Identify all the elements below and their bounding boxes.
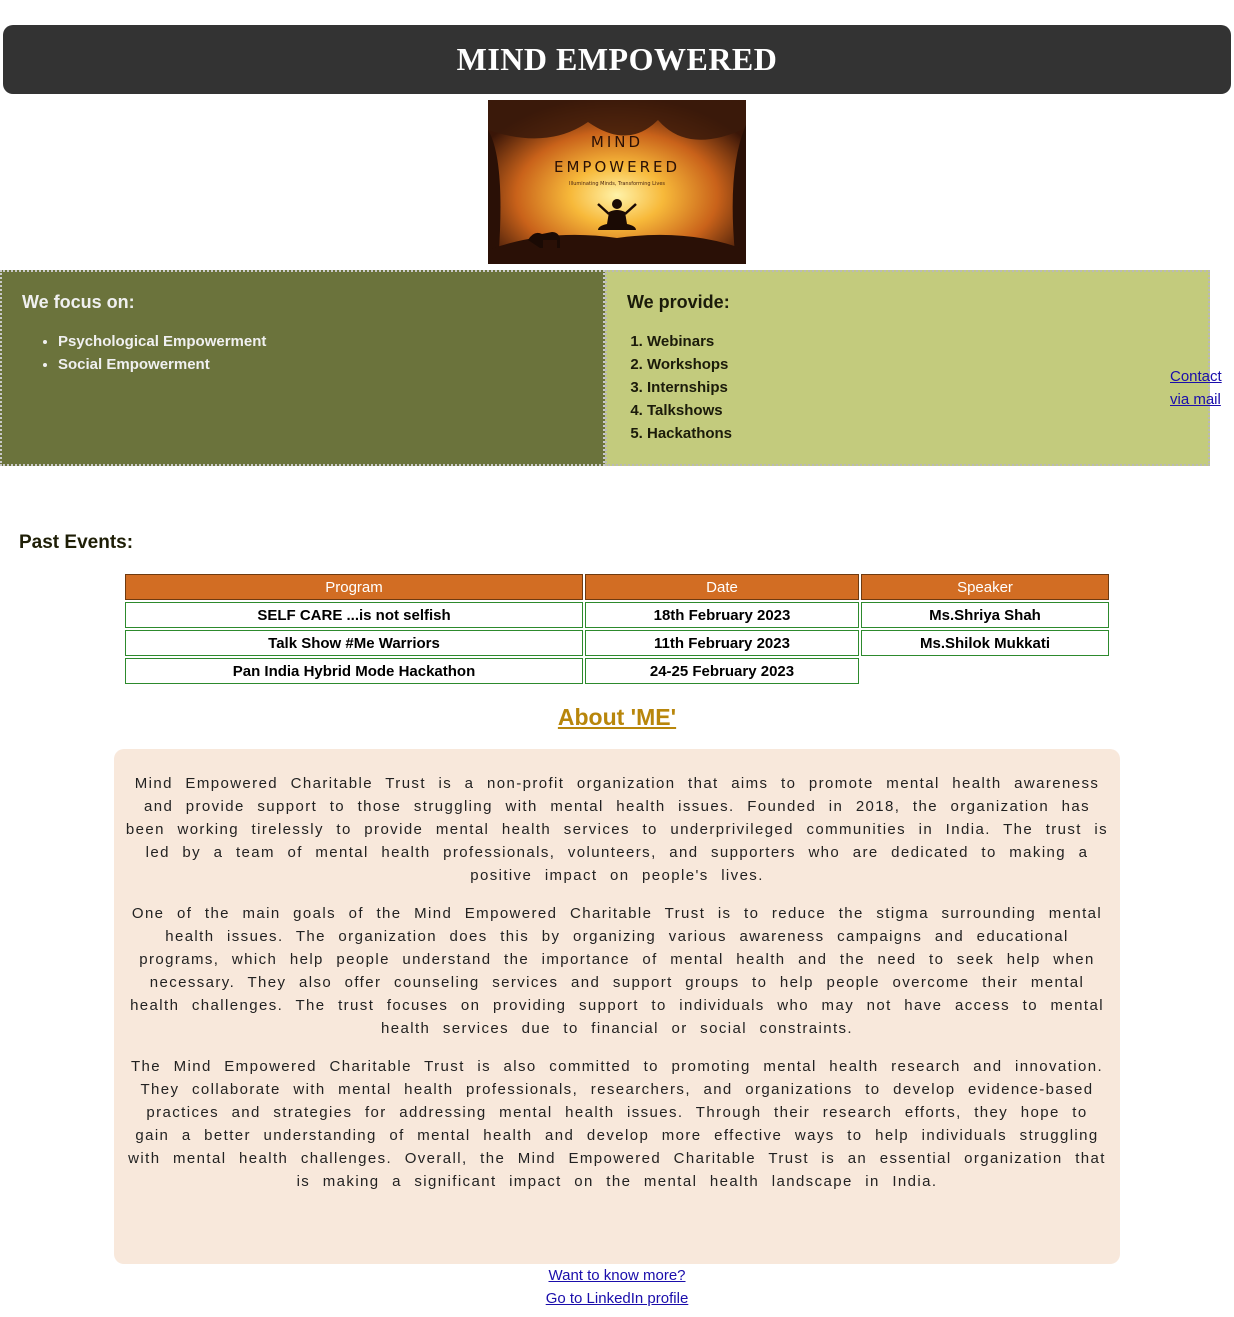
focus-item: Psychological Empowerment bbox=[58, 330, 266, 353]
cell-date: 18th February 2023 bbox=[585, 602, 859, 628]
about-paragraph: One of the main goals of the Mind Empowe… bbox=[130, 905, 1104, 1037]
focus-title: We focus on: bbox=[22, 292, 135, 312]
about-paragraph: Mind Empowered Charitable Trust is a non… bbox=[125, 775, 1109, 884]
cell-program: Talk Show #Me Warriors bbox=[125, 630, 583, 656]
contact-link-line2[interactable]: via mail bbox=[1170, 391, 1221, 408]
cell-speaker: Ms.Shriya Shah bbox=[861, 602, 1109, 628]
provide-list: Webinars Workshops Internships Talkshows… bbox=[627, 330, 732, 445]
focus-item: Social Empowerment bbox=[58, 353, 266, 376]
column-header-date: Date bbox=[585, 574, 859, 600]
provide-title: We provide: bbox=[627, 292, 730, 312]
provide-item: Hackathons bbox=[647, 422, 732, 445]
site-title: MIND EMPOWERED bbox=[456, 41, 778, 77]
provide-item: Talkshows bbox=[647, 399, 732, 422]
about-paragraph: The Mind Empowered Charitable Trust is a… bbox=[128, 1058, 1106, 1190]
contact-link[interactable]: Contact via mail bbox=[1170, 365, 1234, 411]
contact-link-line1[interactable]: Contact bbox=[1170, 368, 1222, 385]
about-box: Mind Empowered Charitable Trust is a non… bbox=[114, 749, 1120, 1264]
about-title: About 'ME' bbox=[557, 704, 677, 730]
linkedin-link[interactable]: Go to LinkedIn profile bbox=[0, 1287, 1234, 1310]
cell-speaker: Ms.Shilok Mukkati bbox=[861, 630, 1109, 656]
past-events-table: Program Date Speaker SELF CARE ...is not… bbox=[123, 572, 1111, 686]
cell-program: SELF CARE ...is not selfish bbox=[125, 602, 583, 628]
focus-list: Psychological Empowerment Social Empower… bbox=[22, 330, 266, 376]
provide-panel: We provide: Webinars Workshops Internshi… bbox=[605, 270, 1210, 466]
cell-speaker bbox=[861, 658, 1109, 684]
logo-text-empowered: EMPOWERED bbox=[554, 158, 680, 176]
logo-image: MIND EMPOWERED Illuminating Minds, Trans… bbox=[488, 100, 746, 264]
column-header-program: Program bbox=[125, 574, 583, 600]
know-more-link[interactable]: Want to know more? bbox=[0, 1264, 1234, 1287]
provide-item: Internships bbox=[647, 376, 732, 399]
table-row: Talk Show #Me Warriors 11th February 202… bbox=[125, 630, 1109, 656]
column-header-speaker: Speaker bbox=[861, 574, 1109, 600]
past-events-title: Past Events: bbox=[19, 532, 134, 553]
cell-date: 24-25 February 2023 bbox=[585, 658, 859, 684]
provide-item: Webinars bbox=[647, 330, 732, 353]
focus-panel: We focus on: Psychological Empowerment S… bbox=[0, 270, 605, 466]
table-header-row: Program Date Speaker bbox=[125, 574, 1109, 600]
logo-text-mind: MIND bbox=[591, 133, 643, 151]
cell-date: 11th February 2023 bbox=[585, 630, 859, 656]
table-row: Pan India Hybrid Mode Hackathon 24-25 Fe… bbox=[125, 658, 1109, 684]
footer-links: Want to know more? Go to LinkedIn profil… bbox=[0, 1264, 1234, 1310]
cell-program: Pan India Hybrid Mode Hackathon bbox=[125, 658, 583, 684]
provide-item: Workshops bbox=[647, 353, 732, 376]
logo-tagline: Illuminating Minds, Transforming Lives bbox=[569, 181, 665, 187]
table-row: SELF CARE ...is not selfish 18th Februar… bbox=[125, 602, 1109, 628]
site-header: MIND EMPOWERED bbox=[3, 25, 1231, 94]
